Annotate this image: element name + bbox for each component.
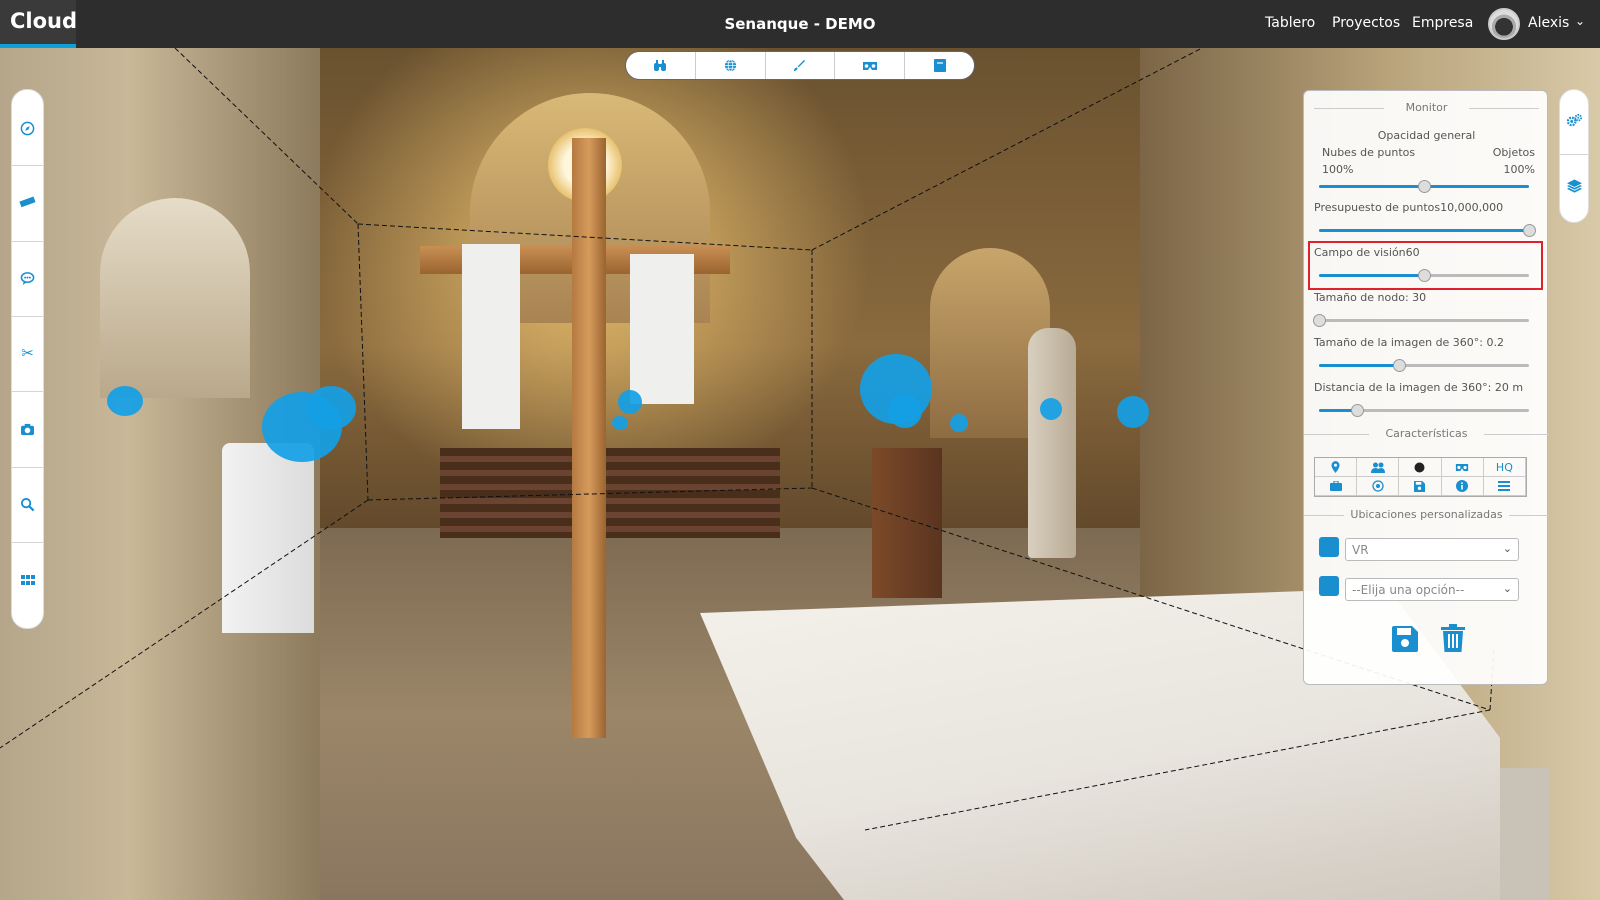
view-mode-toolbar	[625, 51, 975, 80]
features-grid: HQ	[1314, 457, 1527, 497]
user-name[interactable]: Alexis	[1528, 15, 1569, 31]
ruler-icon[interactable]	[12, 187, 43, 217]
select-value: VR	[1352, 543, 1369, 557]
grid-icon[interactable]	[12, 565, 43, 595]
panorama-marker[interactable]	[1040, 398, 1062, 420]
location-select-option[interactable]: --Elija una opción-- ⌄	[1345, 578, 1519, 601]
opacity-label: Opacidad general	[1377, 129, 1476, 142]
briefcase-icon[interactable]	[1315, 477, 1358, 496]
panorama-marker[interactable]	[1117, 396, 1149, 428]
brush-icon[interactable]	[766, 52, 836, 79]
point-clouds-label: Nubes de puntos	[1322, 146, 1416, 159]
monitor-panel: Monitor Opacidad general Nubes de puntos…	[1303, 90, 1549, 685]
slider-knob[interactable]	[1418, 269, 1431, 282]
panorama-marker[interactable]	[612, 416, 628, 430]
compass-icon[interactable]	[12, 113, 43, 143]
target-icon[interactable]	[1357, 477, 1400, 496]
right-toolbar	[1559, 89, 1589, 223]
objects-label: Objetos	[1492, 146, 1535, 159]
field-of-view-slider[interactable]	[1319, 269, 1529, 282]
node-size-label: Tamaño de nodo: 30	[1314, 291, 1427, 304]
opacity-slider[interactable]	[1319, 180, 1529, 193]
point-icon[interactable]	[1399, 458, 1442, 477]
image-size-slider[interactable]	[1319, 359, 1529, 372]
point-clouds-value: 100%	[1322, 163, 1354, 176]
panorama-marker[interactable]	[888, 394, 922, 428]
slider-knob[interactable]	[1392, 359, 1406, 372]
objects-value: 100%	[1503, 163, 1535, 176]
save-icon[interactable]	[1392, 626, 1418, 659]
slider-knob[interactable]	[1313, 314, 1326, 327]
globe-icon[interactable]	[696, 52, 766, 79]
vr-headset-icon[interactable]	[835, 52, 906, 79]
camera-icon[interactable]	[12, 414, 43, 444]
location-color-icon[interactable]	[1319, 576, 1339, 596]
comment-icon[interactable]	[12, 263, 43, 293]
binoculars-icon[interactable]	[626, 52, 696, 79]
hq-toggle[interactable]: HQ	[1483, 458, 1526, 477]
fov-label: Campo de visión60	[1314, 246, 1420, 259]
settings-icon[interactable]	[1560, 100, 1588, 140]
chevron-down-icon: ⌄	[1502, 542, 1512, 555]
nav-link-empresa[interactable]: Empresa	[1412, 15, 1473, 31]
search-icon[interactable]	[12, 489, 43, 519]
brand-logo[interactable]: Cloud	[0, 0, 77, 48]
layers-icon[interactable]	[1560, 166, 1588, 206]
chevron-down-icon: ⌄	[1502, 582, 1512, 595]
top-navigation-bar: Cloud Senanque - DEMO Tablero Proyectos …	[0, 0, 1600, 48]
trash-icon[interactable]	[1441, 624, 1465, 659]
slider-knob[interactable]	[1350, 404, 1364, 417]
image-distance-slider[interactable]	[1319, 404, 1529, 417]
pin-icon[interactable]	[1315, 458, 1358, 477]
brand-text[interactable]: Cloud	[10, 9, 77, 33]
image-distance-label: Distancia de la imagen de 360°: 20 m	[1314, 381, 1524, 394]
node-size-slider[interactable]	[1313, 314, 1529, 327]
slider-knob[interactable]	[1523, 224, 1536, 237]
left-toolbar: ✂	[11, 89, 44, 629]
panorama-marker[interactable]	[306, 386, 356, 430]
avatar[interactable]	[1488, 8, 1520, 40]
panorama-marker[interactable]	[950, 414, 968, 432]
budget-label: Presupuesto de puntos10,000,000	[1314, 201, 1504, 214]
info-icon[interactable]	[1441, 477, 1484, 496]
image-size-label: Tamaño de la imagen de 360°: 0.2	[1314, 336, 1505, 349]
save-icon[interactable]	[1399, 477, 1442, 496]
nav-link-tablero[interactable]: Tablero	[1265, 15, 1315, 31]
panorama-marker[interactable]	[618, 390, 642, 414]
users-icon[interactable]	[1357, 458, 1400, 477]
panorama-marker[interactable]	[107, 386, 143, 416]
nav-link-proyectos[interactable]: Proyectos	[1332, 15, 1400, 31]
list-icon[interactable]	[1483, 477, 1526, 496]
location-select-vr[interactable]: VR ⌄	[1345, 538, 1519, 561]
location-color-icon[interactable]	[1319, 537, 1339, 557]
map-icon[interactable]	[905, 52, 974, 79]
scissors-icon[interactable]: ✂	[12, 338, 43, 368]
chevron-down-icon[interactable]: ⌄	[1575, 14, 1585, 28]
slider-knob[interactable]	[1418, 180, 1431, 193]
vr-headset-icon[interactable]	[1441, 458, 1484, 477]
point-budget-slider[interactable]	[1319, 224, 1536, 237]
select-value: --Elija una opción--	[1352, 583, 1465, 597]
